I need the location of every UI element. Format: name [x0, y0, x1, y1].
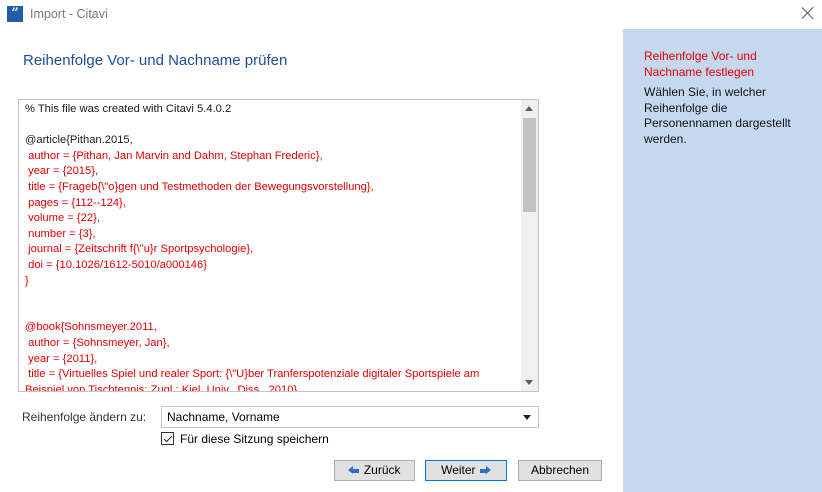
- help-description: Wählen Sie, in welcher Reihenfolge die P…: [644, 85, 791, 146]
- next-button-label: Weiter: [441, 463, 476, 477]
- back-button-label: Zurück: [363, 463, 401, 477]
- chevron-down-icon: [523, 415, 531, 420]
- code-line: year = {2011},: [25, 352, 98, 365]
- back-button[interactable]: Zurück: [334, 460, 415, 481]
- arrow-left-icon: [348, 466, 360, 475]
- order-dropdown-value: Nachname, Vorname: [167, 410, 280, 424]
- close-icon[interactable]: [801, 6, 815, 20]
- cancel-button[interactable]: Abbrechen: [518, 460, 602, 481]
- help-title: Reihenfolge Vor- und Nachname festlegen: [644, 49, 757, 79]
- code-line: @article{Pithan.2015,: [25, 134, 133, 147]
- code-line: pages = {112--124},: [25, 196, 126, 209]
- code-line: Beispiel von Tischtennis: Zugl.: Kiel, U…: [25, 383, 301, 392]
- save-session-label[interactable]: Für diese Sitzung speichern: [180, 432, 329, 446]
- code-line: % This file was created with Citavi 5.4.…: [25, 103, 232, 115]
- scrollbar-thumb[interactable]: [523, 118, 536, 212]
- citavi-app-icon: ”: [7, 6, 23, 22]
- title-bar: ” Import - Citavi: [0, 0, 822, 30]
- scroll-down-icon[interactable]: [525, 380, 533, 385]
- code-line: doi = {10.1026/1612-5010/a000146}: [25, 258, 207, 271]
- code-line: number = {3},: [25, 227, 96, 240]
- next-button[interactable]: Weiter: [425, 460, 507, 481]
- scroll-up-icon[interactable]: [525, 106, 533, 111]
- code-line: @book{Sohnsmeyer.2011,: [25, 321, 157, 334]
- code-line: author = {Pithan, Jan Marvin and Dahm, S…: [25, 149, 323, 162]
- order-dropdown[interactable]: Nachname, Vorname: [161, 406, 539, 428]
- code-line: journal = {Zeitschrift f{\"u}r Sportpsyc…: [25, 243, 254, 256]
- code-line: author = {Sohnsmeyer, Jan},: [25, 336, 170, 349]
- code-line: year = {2015},: [25, 165, 99, 178]
- help-side-panel: Reihenfolge Vor- und Nachname festlegen …: [623, 29, 822, 492]
- code-line: }: [25, 274, 29, 287]
- page-title: Reihenfolge Vor- und Nachname prüfen: [23, 52, 288, 69]
- window-title: Import - Citavi: [30, 7, 108, 21]
- order-label: Reihenfolge ändern zu:: [22, 410, 147, 424]
- bibtex-code: % This file was created with Citavi 5.4.…: [25, 102, 518, 392]
- code-line: title = {Frageb{\"o}gen und Testmethoden…: [25, 180, 374, 193]
- code-line: volume = {22},: [25, 212, 100, 225]
- vertical-scrollbar[interactable]: [521, 100, 538, 391]
- bibtex-preview-textbox[interactable]: % This file was created with Citavi 5.4.…: [18, 99, 539, 392]
- save-session-checkbox[interactable]: [161, 432, 174, 445]
- code-line: title = {Virtuelles Spiel und realer Spo…: [25, 368, 480, 381]
- arrow-right-icon: [479, 466, 491, 475]
